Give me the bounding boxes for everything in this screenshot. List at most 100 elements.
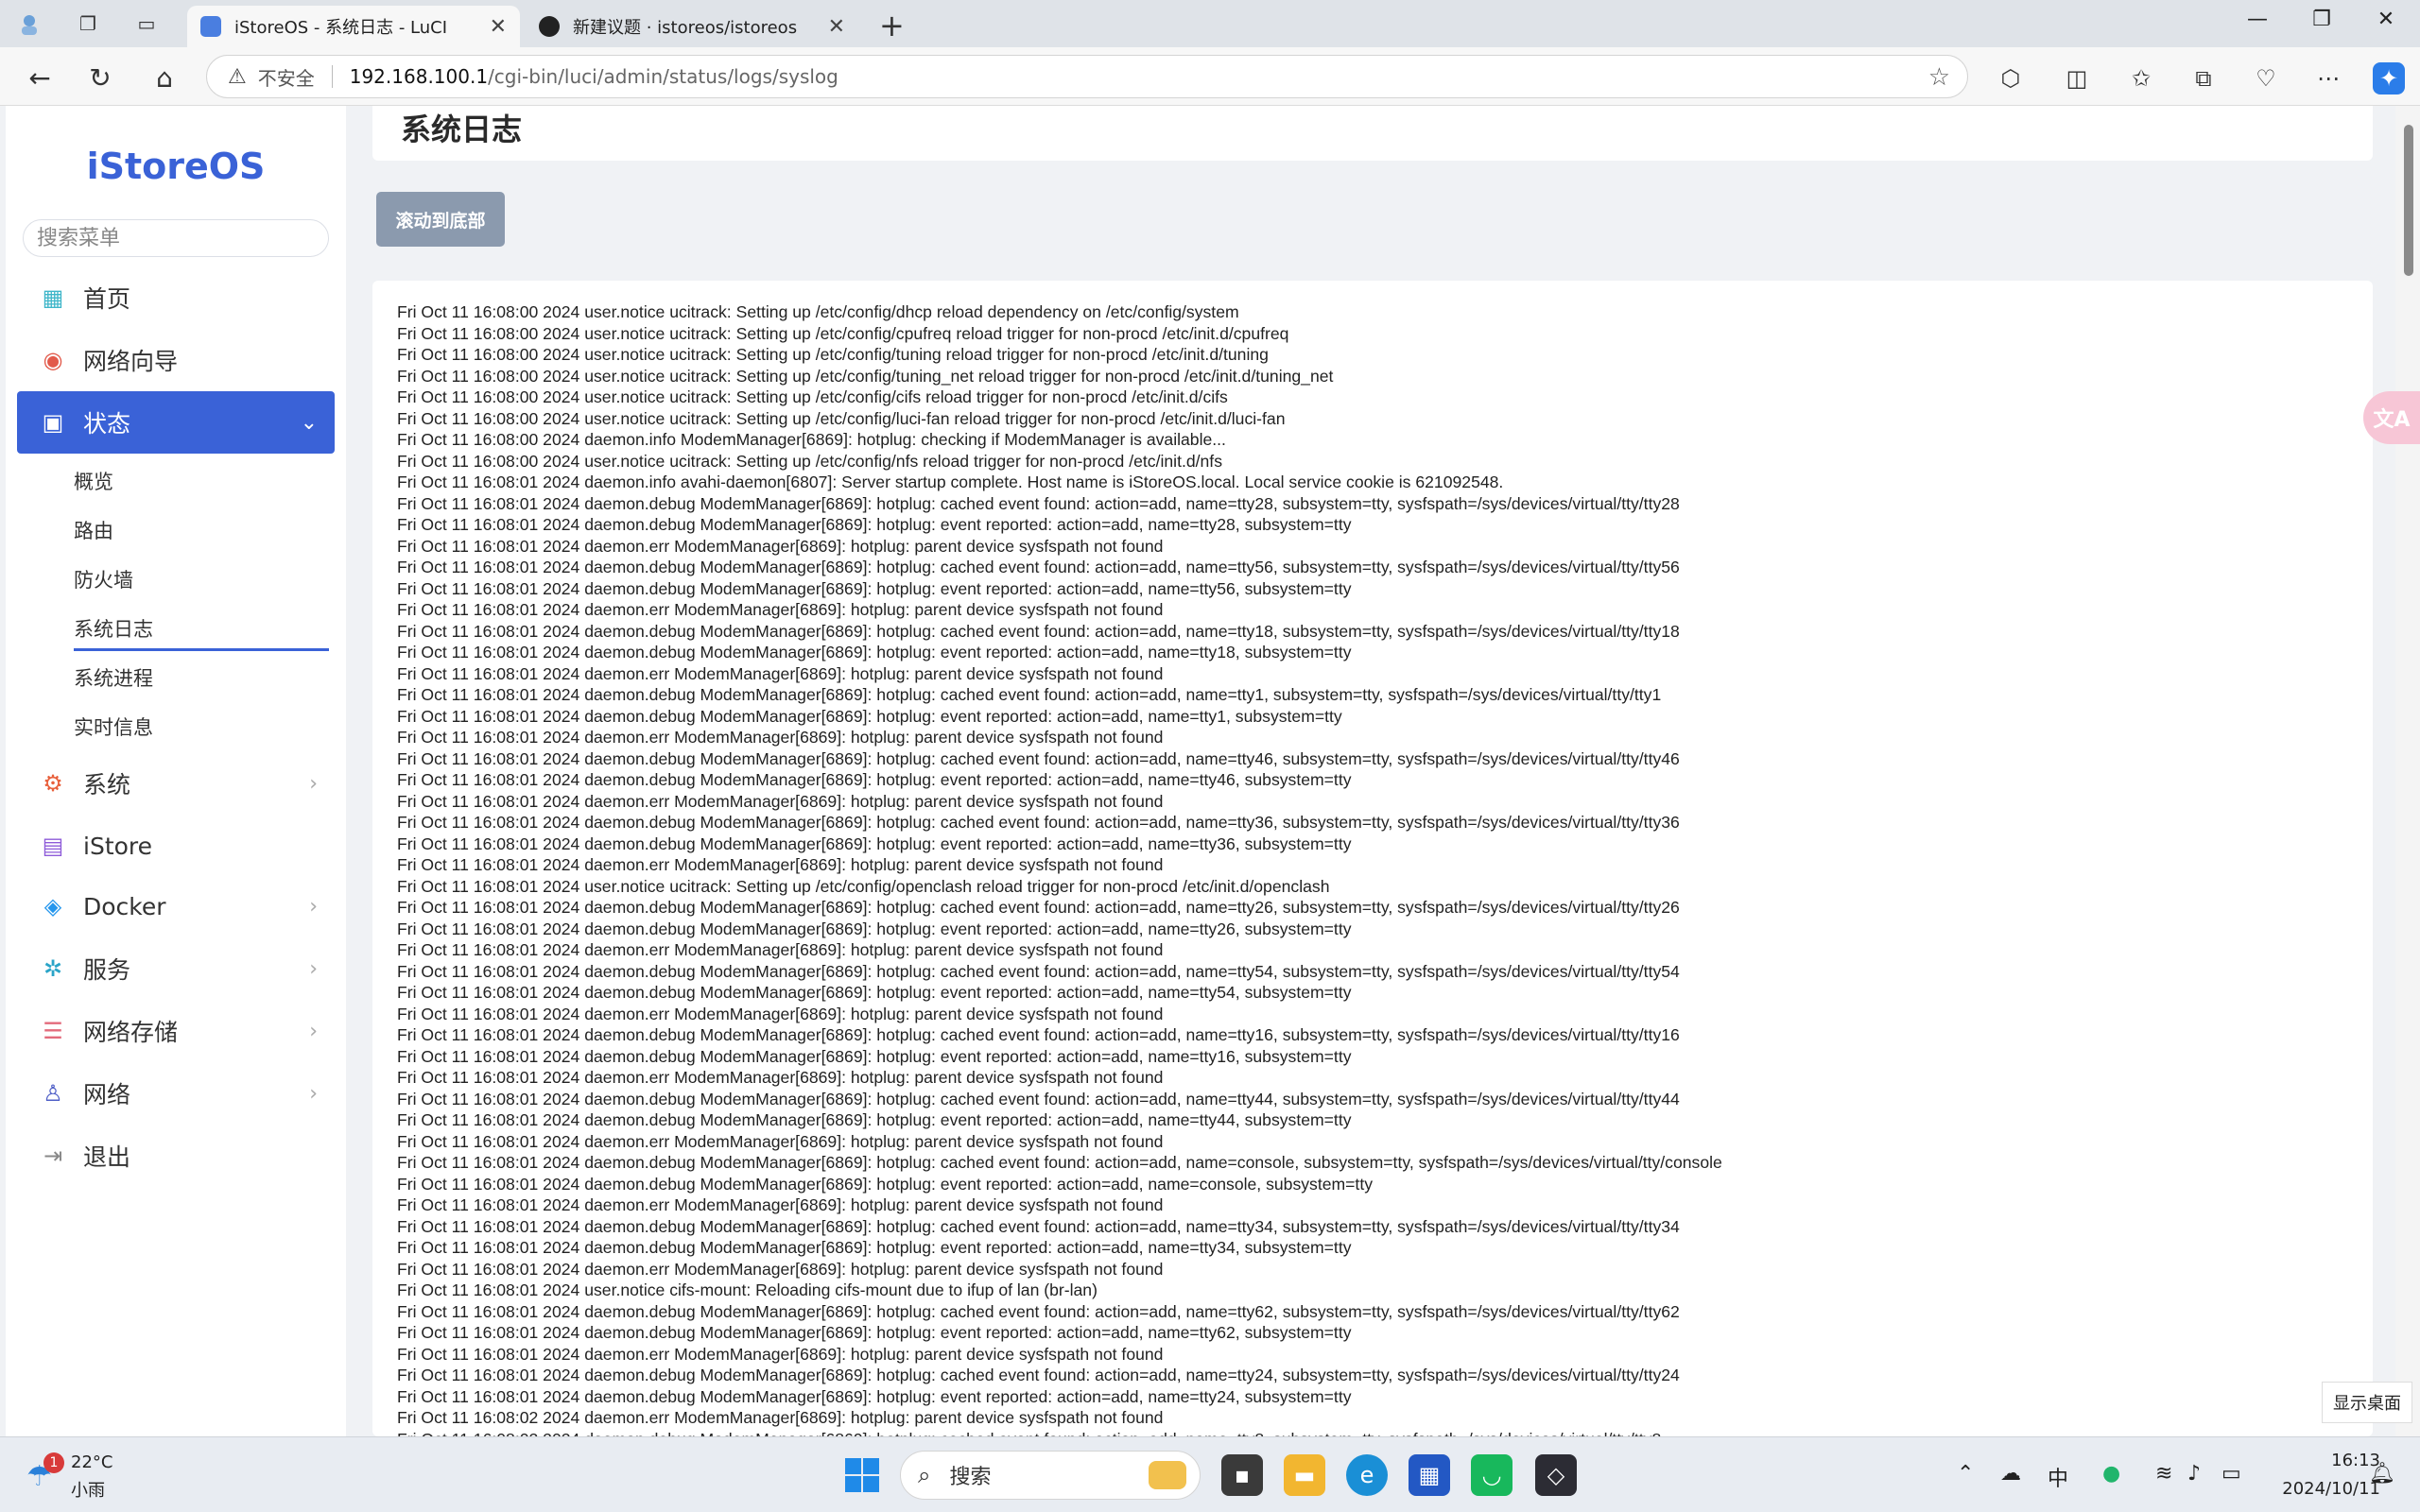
istoreos-logo[interactable]: iStoreOS <box>6 146 346 187</box>
profile-avatar-icon[interactable] <box>15 9 43 38</box>
task-view-icon[interactable]: ▪ <box>1221 1454 1263 1496</box>
close-window-icon[interactable]: ✕ <box>2360 8 2412 31</box>
chevron-right-icon: › <box>309 1081 318 1106</box>
submenu-overview[interactable]: 概览 <box>74 467 113 495</box>
battery-icon[interactable]: ▭ <box>2221 1462 2241 1486</box>
favorites-icon[interactable]: ✩ <box>2125 62 2157 94</box>
sidebar-item-label: 服务 <box>83 956 131 984</box>
tray-app-icon[interactable]: ● <box>2102 1462 2120 1486</box>
wifi-icon[interactable]: ≋ <box>2155 1462 2172 1486</box>
log-line: Fri Oct 11 16:08:01 2024 daemon.err Mode… <box>397 1131 1164 1151</box>
log-line: Fri Oct 11 16:08:01 2024 daemon.debug Mo… <box>397 515 1352 534</box>
page-title-card: 系统日志 <box>372 106 2373 161</box>
sidebar-item-system[interactable]: ⚙ 系统 › <box>17 754 335 813</box>
submenu-firewall[interactable]: 防火墙 <box>74 565 133 593</box>
microsoft-store-icon[interactable]: ▦ <box>1409 1454 1450 1496</box>
wizard-icon: ◉ <box>43 347 63 373</box>
syslog-text[interactable]: Fri Oct 11 16:08:00 2024 user.notice uci… <box>397 301 2354 1436</box>
chevron-down-icon: ⌄ <box>300 410 318 435</box>
security-label[interactable]: 不安全 <box>258 63 315 91</box>
log-line: Fri Oct 11 16:08:01 2024 daemon.debug Mo… <box>397 898 1680 917</box>
weather-temperature[interactable]: 22°C <box>71 1452 112 1472</box>
log-line: Fri Oct 11 16:08:01 2024 daemon.debug Mo… <box>397 1216 1680 1236</box>
browser-essentials-icon[interactable]: ♡ <box>2250 62 2282 94</box>
copilot-icon[interactable]: ✦ <box>2373 62 2405 94</box>
log-line: Fri Oct 11 16:08:01 2024 user.notice cif… <box>397 1280 1098 1299</box>
log-line: Fri Oct 11 16:08:01 2024 daemon.debug Mo… <box>397 961 1680 981</box>
extensions-icon[interactable]: ⬡ <box>1995 62 2027 94</box>
home-icon[interactable]: ⌂ <box>147 60 182 94</box>
sidebar-item-istore[interactable]: ▤ iStore <box>17 816 335 875</box>
new-tab-plus-icon[interactable]: + <box>879 8 905 43</box>
volume-icon[interactable]: ♪ <box>2187 1462 2201 1486</box>
tray-chevron-up-icon[interactable]: ⌃ <box>1957 1462 1974 1486</box>
github-favicon-icon <box>539 16 560 37</box>
restore-icon[interactable]: ❐ <box>2295 8 2348 31</box>
ime-indicator[interactable]: 中 <box>2048 1462 2068 1492</box>
collections-icon[interactable]: ⧉ <box>2187 62 2220 94</box>
log-line: Fri Oct 11 16:08:01 2024 daemon.debug Mo… <box>397 706 1342 726</box>
reload-icon[interactable]: ↻ <box>83 60 117 94</box>
address-bar[interactable]: ⚠ 不安全 192.168.100.1 /cgi-bin/luci/admin/… <box>206 55 1968 98</box>
log-line: Fri Oct 11 16:08:02 2024 daemon.debug Mo… <box>397 1429 2354 1437</box>
tab-github-issue[interactable]: 新建议题 · istoreos/istoreos ✕ <box>526 6 858 47</box>
log-line: Fri Oct 11 16:08:01 2024 daemon.debug Mo… <box>397 1238 1352 1257</box>
menu-search-input[interactable] <box>23 219 329 257</box>
onedrive-cloud-icon[interactable]: ☁ <box>2000 1462 2021 1486</box>
log-line: Fri Oct 11 16:08:01 2024 daemon.debug Mo… <box>397 983 1352 1002</box>
submenu-syslog[interactable]: 系统日志 <box>74 614 153 643</box>
scrollbar-thumb[interactable] <box>2404 125 2413 276</box>
log-line: Fri Oct 11 16:08:01 2024 daemon.err Mode… <box>397 940 1164 959</box>
url-host: 192.168.100.1 <box>349 65 489 88</box>
search-highlight-icon <box>1149 1461 1186 1489</box>
log-line: Fri Oct 11 16:08:01 2024 daemon.debug Mo… <box>397 1046 1352 1066</box>
app-cube-icon[interactable]: ◇ <box>1535 1454 1577 1496</box>
more-menu-icon[interactable]: ⋯ <box>2312 62 2344 94</box>
vertical-tabs-icon[interactable]: ▭ <box>132 9 161 38</box>
browser-tab-bar: ❐ ▭ iStoreOS - 系统日志 - LuCI ✕ 新建议题 · isto… <box>0 0 2420 47</box>
sidebar-item-home[interactable]: ▦ 首页 <box>17 268 335 327</box>
log-line: Fri Oct 11 16:08:01 2024 daemon.debug Mo… <box>397 833 1352 853</box>
sidebar-item-logout[interactable]: ⇥ 退出 <box>17 1126 335 1185</box>
page-scrollbar[interactable] <box>2395 106 2420 1436</box>
sidebar-item-network[interactable]: ♙ 网络 › <box>17 1064 335 1123</box>
notification-bell-icon[interactable]: 🔔︎ <box>2369 1462 2395 1486</box>
submenu-processes[interactable]: 系统进程 <box>74 663 153 692</box>
notification-badge: 1 <box>43 1452 64 1473</box>
favorite-star-icon[interactable]: ☆ <box>1928 63 1950 92</box>
submenu-routes[interactable]: 路由 <box>74 516 113 544</box>
windows-start-icon[interactable] <box>845 1458 879 1492</box>
tab-istoreos-syslog[interactable]: iStoreOS - 系统日志 - LuCI ✕ <box>187 6 520 47</box>
log-line: Fri Oct 11 16:08:01 2024 daemon.debug Mo… <box>397 685 1662 704</box>
log-line: Fri Oct 11 16:08:01 2024 daemon.debug Mo… <box>397 1025 1680 1044</box>
back-arrow-icon[interactable]: ← <box>23 60 57 94</box>
split-screen-icon[interactable]: ◫ <box>2061 62 2093 94</box>
sidebar-item-nas[interactable]: ☰ 网络存储 › <box>17 1002 335 1060</box>
sidebar-item-label: 网络 <box>83 1081 131 1108</box>
status-grid-icon: ▣ <box>42 409 64 436</box>
sidebar-item-wizard[interactable]: ◉ 网络向导 <box>17 331 335 389</box>
log-line: Fri Oct 11 16:08:01 2024 daemon.debug Mo… <box>397 1366 1680 1384</box>
log-line: Fri Oct 11 16:08:00 2024 user.notice uci… <box>397 323 1289 343</box>
page-title: 系统日志 <box>401 112 523 147</box>
wechat-store-icon[interactable]: ◡ <box>1471 1454 1512 1496</box>
submenu-realtime[interactable]: 实时信息 <box>74 713 153 741</box>
scroll-to-bottom-button[interactable]: 滚动到底部 <box>376 192 505 247</box>
sidebar-item-docker[interactable]: ◈ Docker › <box>17 877 335 936</box>
weather-condition[interactable]: 小雨 <box>71 1477 105 1502</box>
warning-triangle-icon[interactable]: ⚠ <box>228 65 247 89</box>
clock-date[interactable]: 2024/10/11 <box>2265 1479 2380 1499</box>
workspaces-icon[interactable]: ❐ <box>74 9 102 38</box>
close-tab-icon[interactable]: ✕ <box>828 15 845 39</box>
close-tab-icon[interactable]: ✕ <box>490 15 507 39</box>
edge-browser-icon[interactable]: e <box>1346 1454 1388 1496</box>
file-explorer-icon[interactable]: ▬ <box>1284 1454 1325 1496</box>
syslog-card: Fri Oct 11 16:08:00 2024 user.notice uci… <box>372 281 2373 1436</box>
sidebar-item-status[interactable]: ▣ 状态 ⌄ <box>17 391 335 454</box>
log-line: Fri Oct 11 16:08:01 2024 daemon.err Mode… <box>397 1004 1164 1023</box>
taskbar-search-box[interactable]: ⌕ 搜索 <box>900 1451 1201 1500</box>
sidebar-item-services[interactable]: ✲ 服务 › <box>17 939 335 998</box>
chevron-right-icon: › <box>309 1019 318 1043</box>
minimize-icon[interactable]: — <box>2231 8 2284 31</box>
translate-icon[interactable]: 文A <box>2363 391 2420 444</box>
